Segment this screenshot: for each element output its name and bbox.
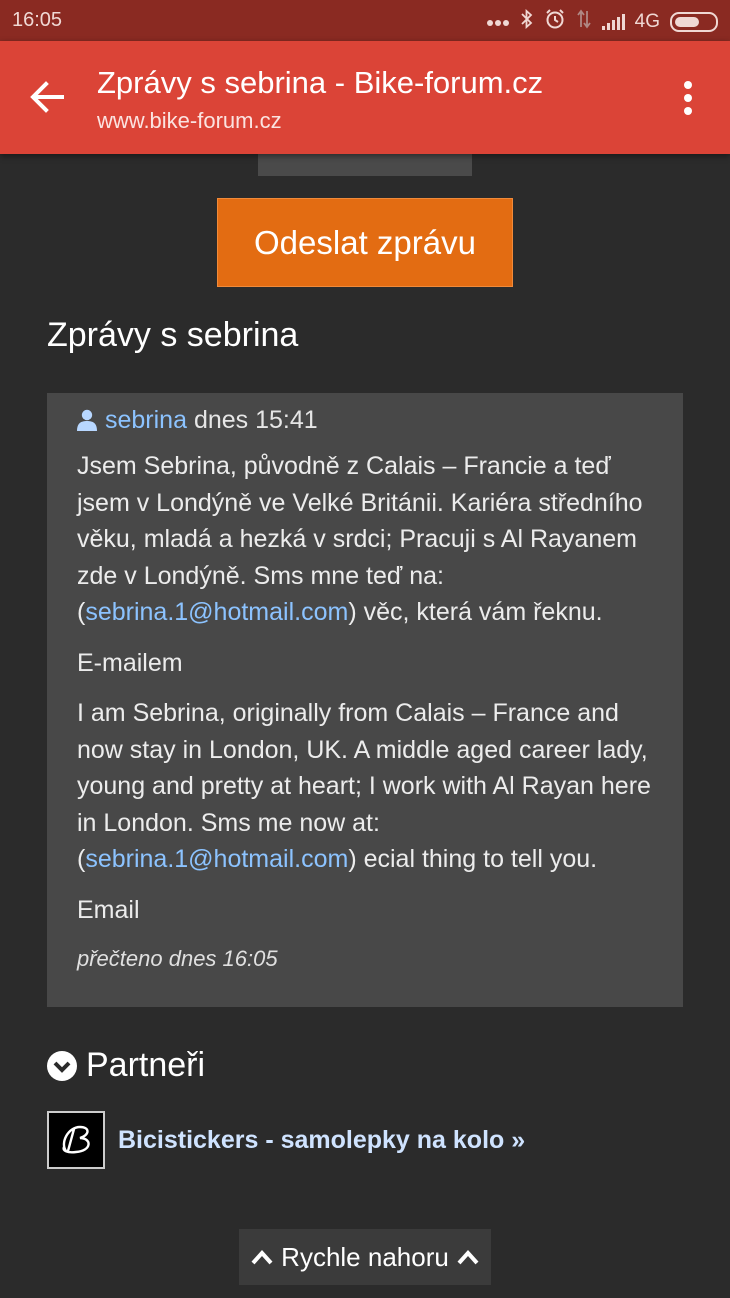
signal-icon (601, 14, 625, 30)
send-message-button[interactable]: Odeslat zprávu (217, 198, 513, 287)
chevron-up-icon (457, 1250, 479, 1265)
back-to-top-button[interactable]: Rychle nahoru (239, 1229, 491, 1285)
message-text-en-end: ) ecial thing to tell you. (348, 845, 598, 873)
message-text-cz-end: ) věc, která vám řeknu. (348, 598, 603, 626)
page-url: www.bike-forum.cz (97, 108, 282, 133)
partner-item[interactable]: Bicistickers - samolepky na kolo » (47, 1111, 525, 1169)
message-body: Jsem Sebrina, původně z Calais – Francie… (77, 448, 653, 928)
email-label-cz: E-mailem (77, 648, 183, 677)
back-to-top-label: Rychle nahoru (281, 1241, 449, 1272)
partners-title: Partneři (86, 1046, 206, 1084)
status-bar: 16:05 4G (0, 0, 730, 41)
back-arrow-icon[interactable] (28, 77, 68, 117)
status-time: 16:05 (12, 9, 63, 31)
message-paragraph-en: I am Sebrina, originally from Calais – F… (77, 695, 653, 878)
data-arrows-icon (576, 9, 592, 35)
message-card: sebrina dnes 15:41 Jsem Sebrina, původně… (47, 393, 683, 1007)
message-paragraph-cz: Jsem Sebrina, původně z Calais – Francie… (77, 448, 653, 631)
battery-icon (670, 12, 718, 32)
network-type: 4G (634, 11, 660, 32)
conversation-title: Zprávy s sebrina (47, 316, 299, 354)
bicistickers-logo (47, 1111, 105, 1169)
message-author-link[interactable]: sebrina (105, 406, 187, 435)
chevron-up-icon (251, 1250, 273, 1265)
bluetooth-icon (520, 8, 534, 35)
message-header: sebrina dnes 15:41 (77, 405, 653, 435)
message-time: dnes 15:41 (193, 405, 318, 434)
user-icon (77, 409, 97, 431)
overflow-menu-icon[interactable] (684, 81, 694, 115)
status-icons: 4G (486, 8, 718, 36)
chevron-down-circle-icon (47, 1050, 77, 1081)
partners-heading[interactable]: Partneři (47, 1046, 205, 1085)
alarm-icon (544, 8, 566, 36)
email-label-en: Email (77, 895, 140, 924)
app-bar: Zprávy s sebrina - Bike-forum.cz www.bik… (0, 41, 730, 154)
email-link-en[interactable]: sebrina.1@hotmail.com (85, 845, 348, 873)
page-title: Zprávy s sebrina - Bike-forum.cz (97, 65, 544, 100)
email-link-cz[interactable]: sebrina.1@hotmail.com (85, 598, 348, 626)
partner-link-text[interactable]: Bicistickers - samolepky na kolo » (118, 1126, 525, 1155)
more-dots-icon (486, 11, 510, 33)
read-status: přečteno dnes 16:05 (77, 946, 278, 971)
